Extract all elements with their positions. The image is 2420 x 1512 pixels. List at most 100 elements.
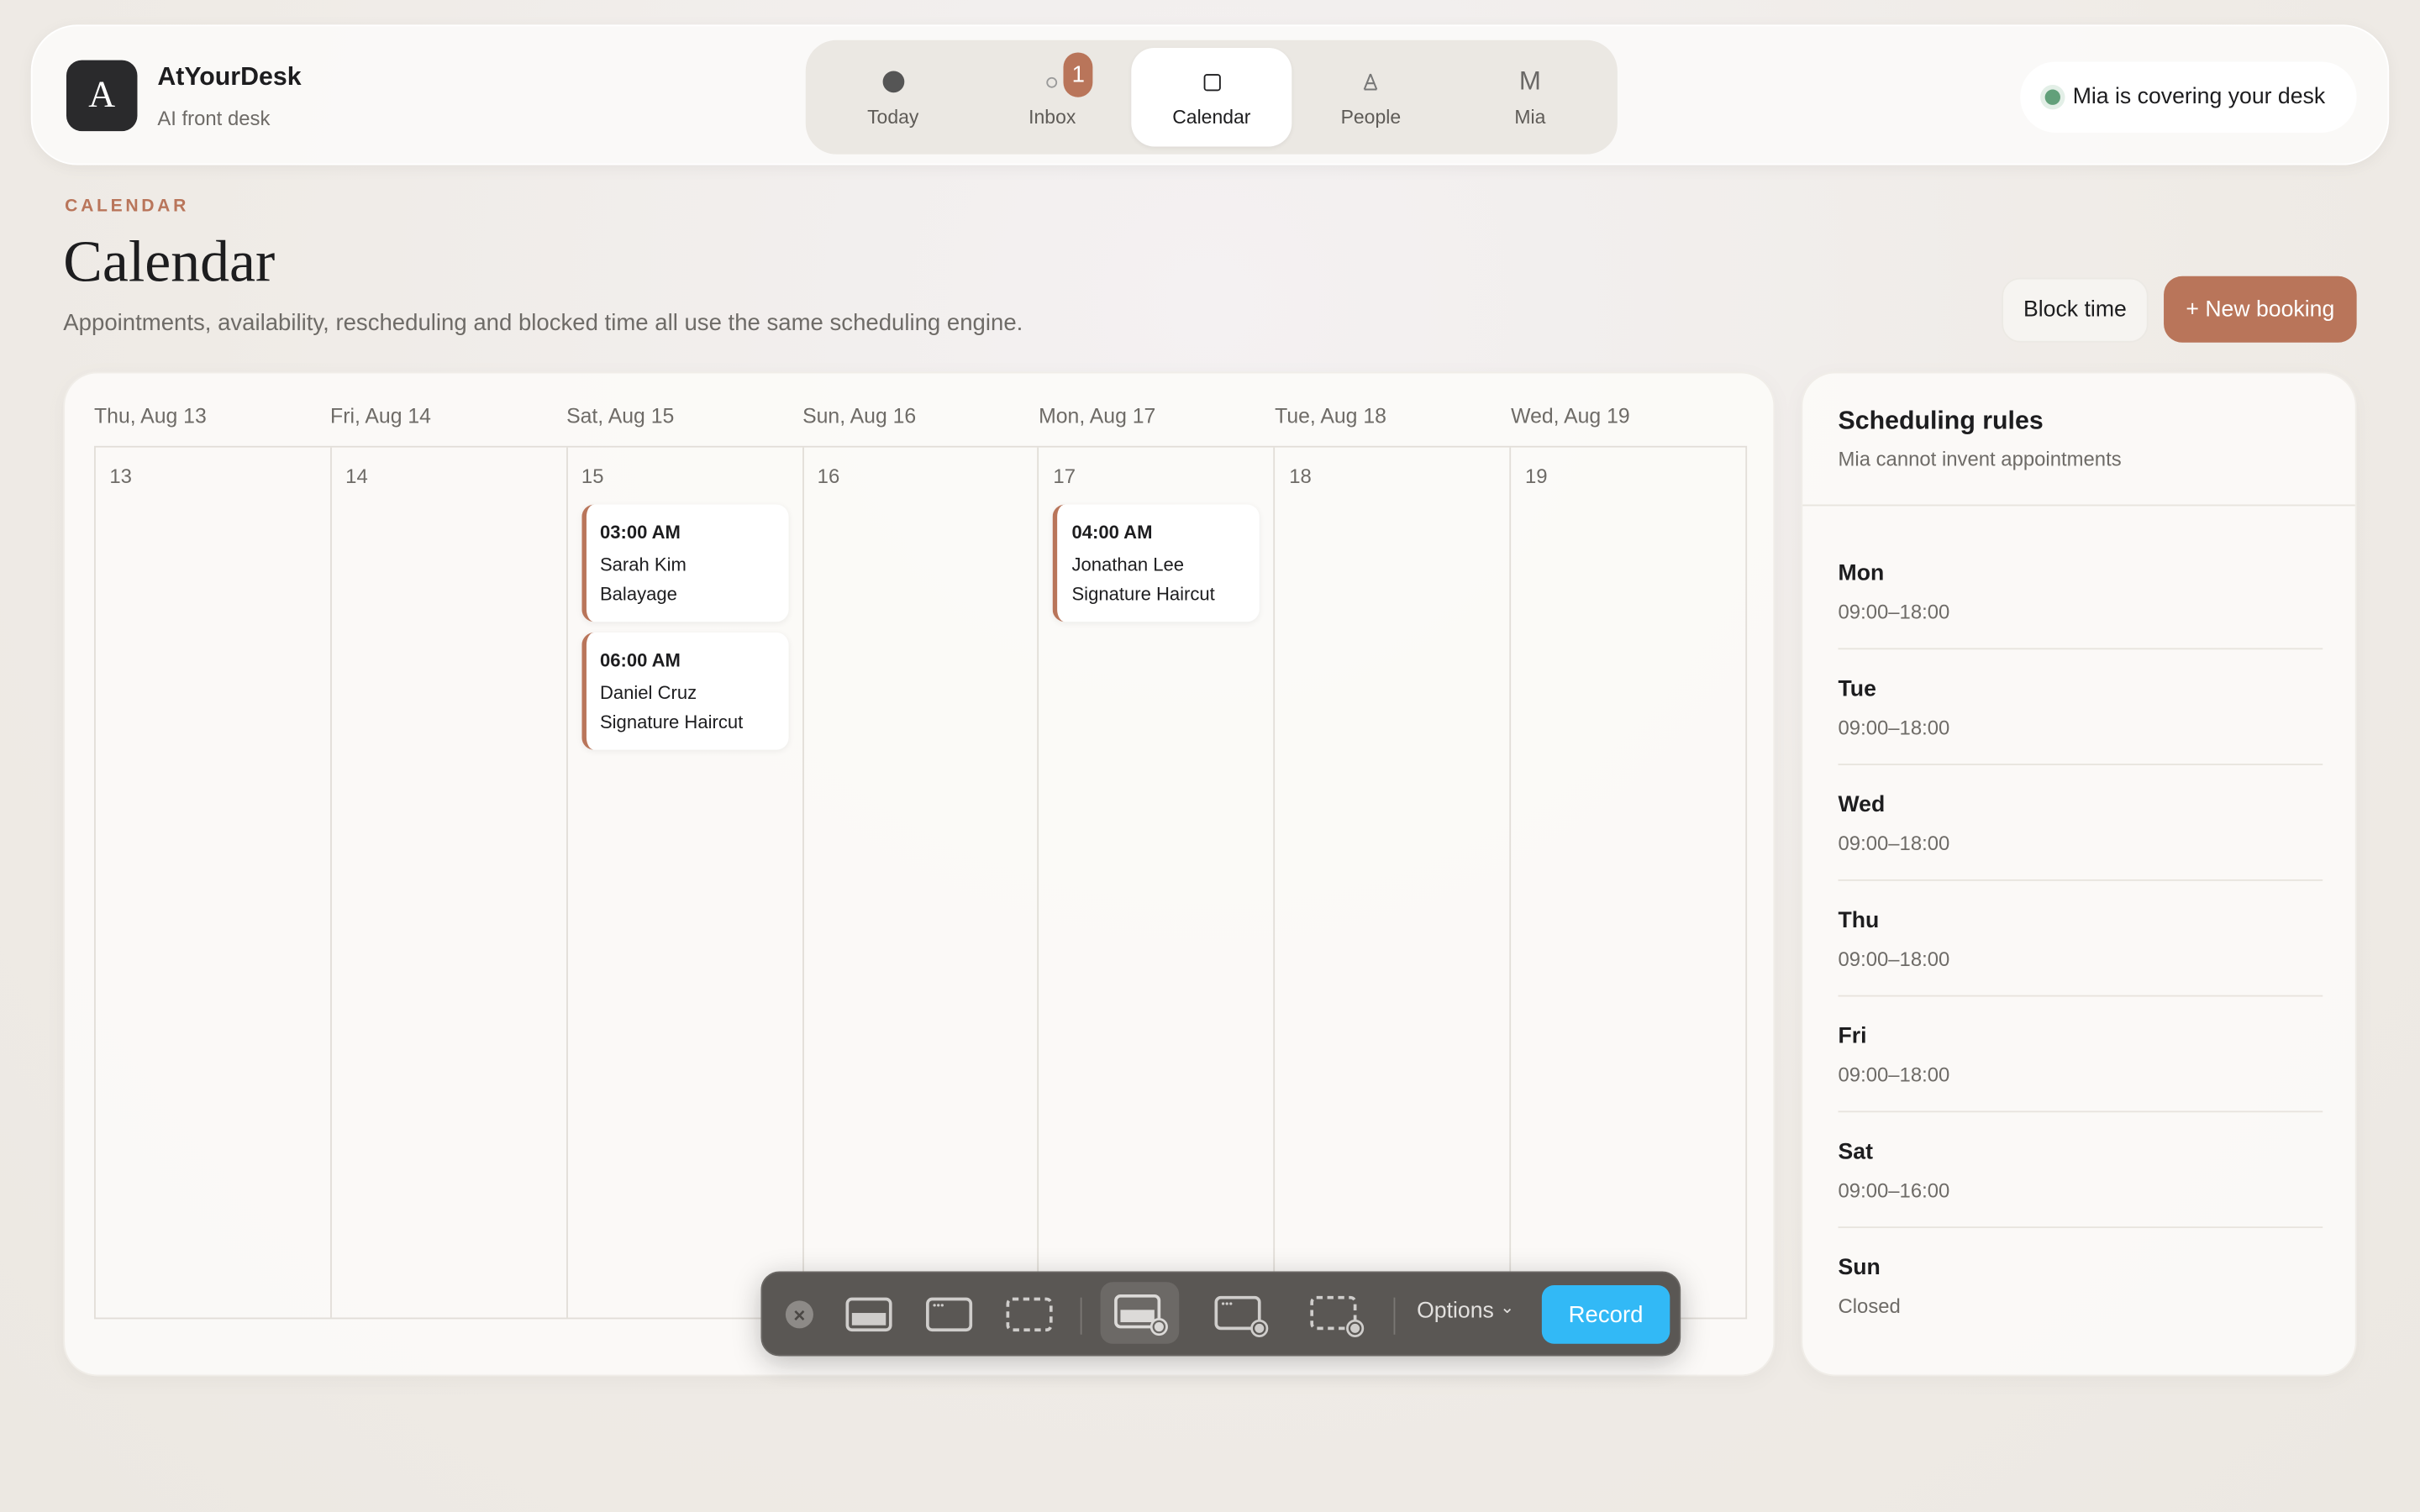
capture-entire-screen-icon[interactable] <box>841 1291 897 1337</box>
status-text: Mia is covering your desk <box>2072 85 2326 110</box>
rule-day: Thu <box>1838 908 1880 934</box>
page-title: Calendar <box>63 229 276 295</box>
rule-row: Wed 09:00–18:00 <box>1838 793 2323 909</box>
day-number: 14 <box>345 464 368 488</box>
rule-row: Tue 09:00–18:00 <box>1838 677 2323 793</box>
calendar-grid: 13 14 15 03:00 AM Sarah Kim Balayage 06:… <box>94 445 1748 1320</box>
day-header: Tue, Aug 18 <box>1275 404 1386 428</box>
rule-hours: 09:00–18:00 <box>1838 600 1950 624</box>
nav-people[interactable]: People <box>1292 48 1451 147</box>
capture-selection-icon[interactable] <box>1002 1291 1057 1337</box>
day-column[interactable]: 19 <box>1511 448 1745 1318</box>
nav-today[interactable]: Today <box>813 48 973 147</box>
appointment-client: Sarah Kim <box>599 554 687 576</box>
top-bar: A AtYourDesk AI front desk Today 1 Inbox… <box>30 24 2390 165</box>
divider <box>1838 1226 2323 1229</box>
divider <box>1838 879 2323 881</box>
brand-tagline: AI front desk <box>157 106 271 130</box>
appointment-time: 03:00 AM <box>599 521 681 543</box>
appointment-card[interactable]: 03:00 AM Sarah Kim Balayage <box>581 504 789 622</box>
day-column[interactable]: 18 <box>1276 447 1512 1318</box>
rule-day: Sun <box>1838 1256 1881 1281</box>
rule-day: Tue <box>1838 677 1876 702</box>
rule-hours: 09:00–18:00 <box>1838 947 1950 971</box>
calendar-card: Thu, Aug 13 Fri, Aug 14 Sat, Aug 15 Sun,… <box>63 371 1776 1377</box>
rule-day: Sat <box>1838 1140 1873 1165</box>
divider <box>1838 995 2323 997</box>
rules-subtitle: Mia cannot invent appointments <box>1838 447 2122 471</box>
brand-name: AtYourDesk <box>157 63 302 92</box>
app-root: A AtYourDesk AI front desk Today 1 Inbox… <box>0 0 2420 1512</box>
rule-hours: 09:00–18:00 <box>1838 716 1950 739</box>
day-header: Mon, Aug 17 <box>1039 404 1156 428</box>
rule-row: Sun Closed <box>1839 1256 2323 1372</box>
appointment-time: 04:00 AM <box>1071 521 1153 543</box>
person-icon <box>1361 66 1380 97</box>
rule-hours: 09:00–16:00 <box>1838 1179 1950 1202</box>
divider <box>1802 504 2355 507</box>
letter-icon: M <box>1518 66 1541 96</box>
scheduling-rules-panel: Scheduling rules Mia cannot invent appoi… <box>1801 371 2357 1377</box>
rule-row: Fri 09:00–18:00 <box>1838 1024 2323 1141</box>
nav-inbox[interactable]: 1 Inbox <box>972 48 1132 147</box>
appointment-service: Balayage <box>599 583 677 605</box>
rule-hours: Closed <box>1838 1294 1901 1318</box>
record-selection-icon[interactable] <box>1306 1291 1367 1337</box>
nav-label: People <box>1340 106 1402 129</box>
appointment-card[interactable]: 06:00 AM Daniel Cruz Signature Haircut <box>581 633 789 750</box>
screen-recording-toolbar: × Options ⌄ Record <box>760 1271 1681 1357</box>
block-time-button[interactable]: Block time <box>2002 277 2149 343</box>
capture-window-icon[interactable] <box>922 1291 977 1337</box>
day-column[interactable]: 15 03:00 AM Sarah Kim Balayage 06:00 AM … <box>567 447 804 1318</box>
ring-icon <box>1046 66 1058 97</box>
rule-day: Wed <box>1838 793 1886 818</box>
day-header: Sun, Aug 16 <box>802 404 917 428</box>
divider <box>1393 1297 1396 1335</box>
appointment-card[interactable]: 04:00 AM Jonathan Lee Signature Haircut <box>1053 504 1260 622</box>
day-number: 16 <box>817 464 840 488</box>
new-booking-button[interactable]: + New booking <box>2164 276 2357 343</box>
status-pill[interactable]: Mia is covering your desk <box>2020 61 2357 133</box>
chevron-down-icon: ⌄ <box>1500 1298 1515 1317</box>
appointment-service: Signature Haircut <box>1071 583 1215 605</box>
page-description: Appointments, availability, rescheduling… <box>63 310 1023 337</box>
appointment-client: Daniel Cruz <box>599 681 697 704</box>
day-column[interactable]: 13 <box>96 447 332 1318</box>
day-number: 18 <box>1289 464 1312 488</box>
options-dropdown[interactable]: Options ⌄ <box>1417 1299 1514 1324</box>
day-number: 13 <box>109 464 132 488</box>
close-icon[interactable]: × <box>785 1300 813 1329</box>
day-column[interactable]: 17 04:00 AM Jonathan Lee Signature Hairc… <box>1039 447 1276 1318</box>
day-header: Fri, Aug 14 <box>330 404 431 428</box>
divider <box>1838 1110 2323 1113</box>
dot-icon <box>881 66 904 97</box>
app-logo: A <box>66 60 138 132</box>
record-window-icon[interactable] <box>1210 1291 1271 1337</box>
day-number: 19 <box>1524 464 1548 488</box>
nav-calendar[interactable]: Calendar <box>1132 47 1292 147</box>
divider <box>1080 1297 1082 1335</box>
square-icon <box>1202 66 1220 97</box>
nav-label: Inbox <box>1028 106 1076 129</box>
main-nav: Today 1 Inbox Calendar People M Mia <box>805 39 1618 155</box>
record-entire-screen-icon[interactable] <box>1100 1282 1180 1344</box>
day-column[interactable]: 14 <box>332 447 568 1318</box>
page-eyebrow: CALENDAR <box>65 197 190 217</box>
rules-title: Scheduling rules <box>1838 407 2044 435</box>
day-header: Wed, Aug 19 <box>1511 404 1630 428</box>
rule-hours: 09:00–18:00 <box>1838 1063 1950 1087</box>
appointment-service: Signature Haircut <box>599 711 744 733</box>
appointment-time: 06:00 AM <box>599 649 681 671</box>
day-header: Thu, Aug 13 <box>94 404 207 428</box>
rule-day: Mon <box>1838 561 1885 586</box>
day-column[interactable]: 16 <box>803 447 1039 1318</box>
options-label: Options <box>1417 1299 1494 1324</box>
record-button[interactable]: Record <box>1541 1284 1670 1344</box>
appointment-client: Jonathan Lee <box>1071 554 1185 576</box>
nav-mia[interactable]: M Mia <box>1450 48 1610 147</box>
rule-row: Sat 09:00–16:00 <box>1838 1140 2323 1256</box>
nav-label: Mia <box>1514 106 1546 129</box>
day-number: 17 <box>1053 464 1076 488</box>
divider <box>1838 648 2323 650</box>
rule-day: Fri <box>1838 1024 1867 1049</box>
